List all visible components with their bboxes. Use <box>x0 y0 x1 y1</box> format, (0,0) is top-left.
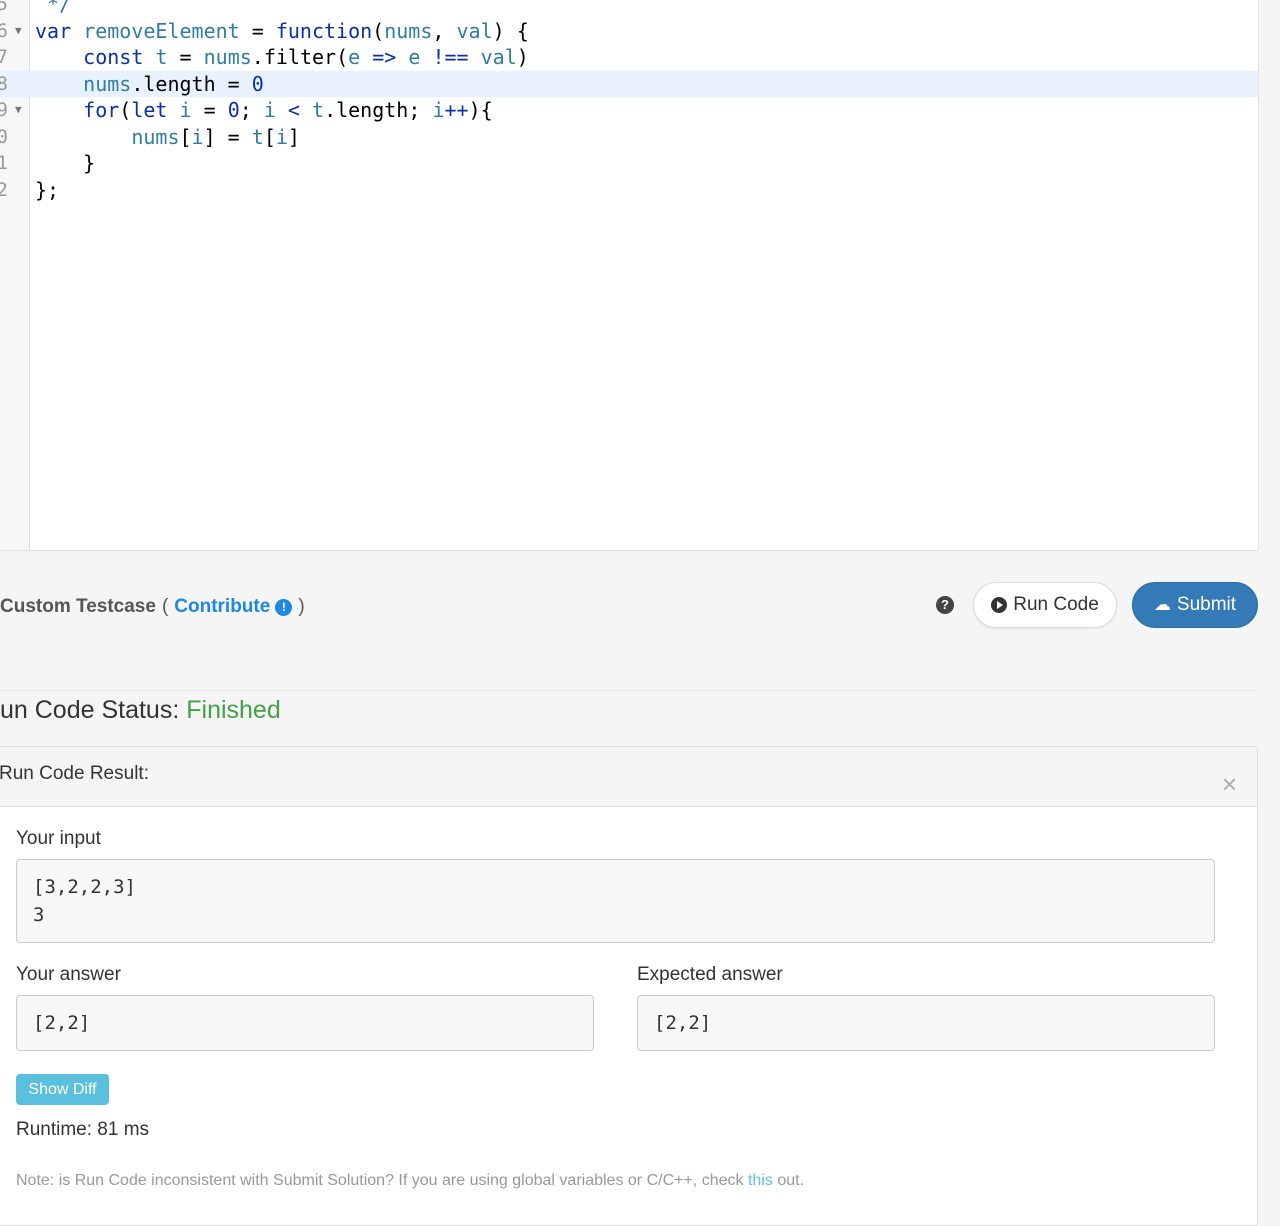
line-number: 0 <box>0 124 8 150</box>
your-input-label: Your input <box>16 828 101 849</box>
your-answer-label: Your answer <box>16 964 121 985</box>
status-label: un Code Status: <box>0 696 180 724</box>
your-input-box: [3,2,2,3] 3 <box>16 859 1215 943</box>
code-line[interactable]: 1 } <box>0 150 1258 176</box>
code-line[interactable]: 9 ▼ for(let i = 0; i < t.length; i++){ <box>0 97 1258 123</box>
fold-arrow-icon[interactable]: ▼ <box>15 18 22 44</box>
note-text: Note: is Run Code inconsistent with Subm… <box>16 1172 804 1190</box>
show-diff-button[interactable]: Show Diff <box>16 1074 109 1105</box>
play-icon <box>991 597 1008 613</box>
code-line[interactable]: 5 */ <box>0 0 1258 17</box>
run-code-status: un Code Status: Finished <box>0 696 281 725</box>
run-code-result-panel: Run Code Result: × <box>0 746 1258 1226</box>
line-number: 6 <box>0 18 8 44</box>
code-editor[interactable]: 5 */ 6 ▼ var removeElement = function(nu… <box>0 0 1259 551</box>
submit-button[interactable]: ☁ Submit <box>1132 582 1258 628</box>
code-text: */ <box>35 0 72 16</box>
code-text: for(let i = 0; i < t.length; i++){ <box>83 98 493 122</box>
line-number: 2 <box>0 177 8 203</box>
code-text: const t = nums.filter(e => e !== val) <box>83 45 529 69</box>
fold-arrow-icon[interactable]: ▼ <box>15 97 22 123</box>
line-number: 1 <box>0 150 8 176</box>
code-text: nums.length = 0 <box>83 72 264 96</box>
line-number: 7 <box>0 44 8 70</box>
code-text: } <box>35 151 96 175</box>
expected-answer-box: [2,2] <box>637 995 1215 1051</box>
line-number: 8 <box>0 71 8 97</box>
code-text: var removeElement = function(nums, val) … <box>35 19 529 43</box>
code-text: }; <box>35 178 60 202</box>
note-suffix: out. <box>777 1172 804 1189</box>
run-code-button[interactable]: Run Code <box>973 582 1117 628</box>
runtime-text: Runtime: 81 ms <box>16 1119 150 1140</box>
note-link[interactable]: this <box>748 1172 773 1189</box>
your-answer-box: [2,2] <box>16 995 594 1051</box>
expected-answer-label: Expected answer <box>637 964 783 985</box>
run-code-label: Run Code <box>1013 594 1099 615</box>
code-line-active[interactable]: 8 nums.length = 0 <box>0 71 1258 97</box>
help-icon[interactable]: ? <box>936 596 954 614</box>
note-prefix: Note: is Run Code inconsistent with Subm… <box>16 1172 744 1189</box>
custom-testcase-text: Custom Testcase <box>0 596 156 617</box>
section-divider <box>0 690 1258 691</box>
info-icon[interactable]: ! <box>275 599 293 616</box>
code-line[interactable]: 2 }; <box>0 177 1258 203</box>
close-paren: ) <box>298 596 305 617</box>
submit-label: Submit <box>1176 594 1237 615</box>
code-line[interactable]: 6 ▼ var removeElement = function(nums, v… <box>0 18 1258 44</box>
line-number: 9 <box>0 97 8 123</box>
close-icon[interactable]: × <box>1222 771 1237 797</box>
contribute-link[interactable]: Contribute <box>174 596 270 617</box>
custom-testcase-label[interactable]: Custom Testcase(Contribute!) <box>0 596 311 618</box>
cloud-upload-icon: ☁ <box>1153 595 1171 614</box>
line-number: 5 <box>0 0 8 17</box>
panel-header: Run Code Result: × <box>0 747 1257 807</box>
code-line[interactable]: 7 const t = nums.filter(e => e !== val) <box>0 44 1258 70</box>
panel-title: Run Code Result: <box>0 763 149 784</box>
code-text: nums[i] = t[i] <box>131 125 300 149</box>
code-line[interactable]: 0 nums[i] = t[i] <box>0 124 1258 150</box>
open-paren: ( <box>161 596 169 617</box>
status-value: Finished <box>186 696 281 724</box>
